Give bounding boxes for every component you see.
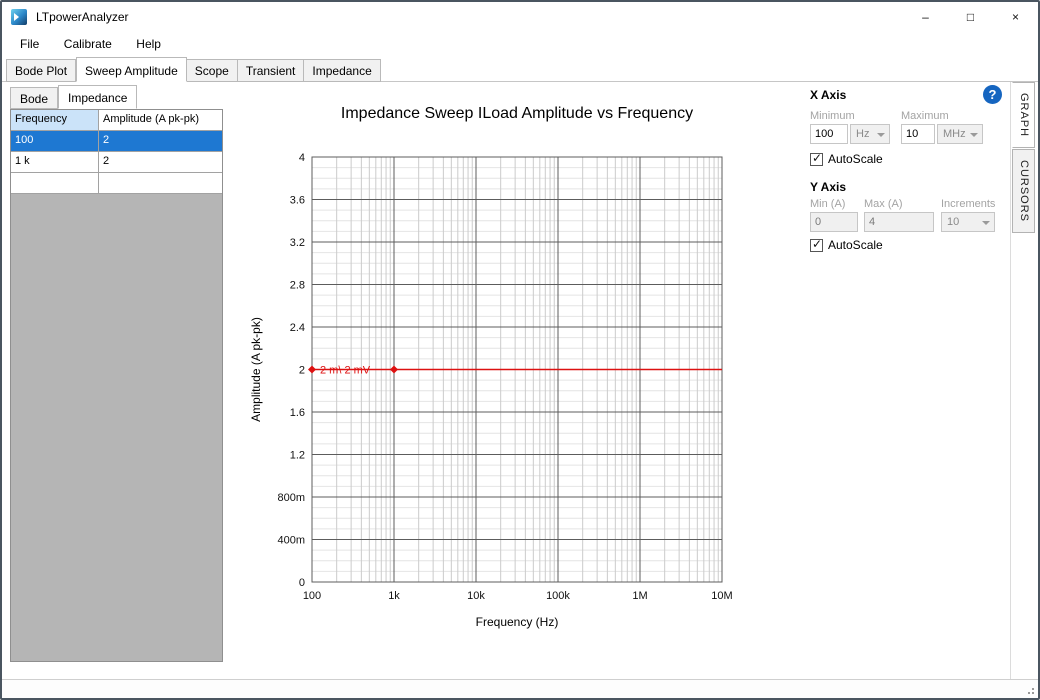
x-min-unit-value: Hz — [856, 128, 869, 140]
x-autoscale-checkbox[interactable]: AutoScale — [810, 152, 883, 166]
x-autoscale-label: AutoScale — [828, 152, 883, 166]
tab-sweep-amplitude[interactable]: Sweep Amplitude — [76, 57, 187, 82]
svg-text:2: 2 — [299, 365, 305, 377]
menu-bar: File Calibrate Help — [2, 32, 1038, 57]
help-icon[interactable]: ? — [983, 85, 1002, 104]
x-min-unit-select[interactable]: Hz — [850, 124, 890, 144]
svg-text:400m: 400m — [277, 535, 305, 547]
table-cell-frequency[interactable]: 1 k — [11, 152, 99, 173]
x-max-unit-select[interactable]: MHz — [937, 124, 983, 144]
app-icon — [11, 9, 27, 25]
svg-text:4: 4 — [299, 152, 305, 164]
menu-help[interactable]: Help — [126, 32, 171, 56]
column-header-frequency[interactable]: Frequency — [11, 110, 99, 131]
table-cell-frequency[interactable] — [11, 173, 99, 194]
window-title: LTpowerAnalyzer — [36, 2, 128, 32]
y-increments-label: Increments — [941, 198, 995, 210]
y-max-input[interactable] — [864, 212, 934, 232]
app-window: LTpowerAnalyzer – □ × File Calibrate Hel… — [0, 0, 1040, 700]
title-bar: LTpowerAnalyzer – □ × — [2, 2, 1038, 32]
y-axis-section-title: Y Axis — [810, 180, 846, 194]
table-cell-amplitude[interactable]: 2 — [99, 152, 222, 173]
y-increments-value: 10 — [947, 216, 959, 228]
chevron-down-icon — [982, 221, 990, 225]
svg-text:10M: 10M — [711, 590, 732, 602]
tab-impedance[interactable]: Impedance — [304, 59, 380, 82]
svg-text:100: 100 — [303, 590, 321, 602]
svg-text:2 m\ 2 mV: 2 m\ 2 mV — [320, 365, 371, 377]
main-tab-strip: Bode PlotSweep AmplitudeScopeTransientIm… — [6, 59, 381, 82]
checkbox-check-icon — [810, 153, 823, 166]
tab-bode-plot[interactable]: Bode Plot — [6, 59, 76, 82]
maximize-button[interactable]: □ — [948, 2, 993, 32]
svg-text:3.2: 3.2 — [290, 237, 305, 249]
menu-calibrate[interactable]: Calibrate — [54, 32, 122, 56]
side-tab-graph[interactable]: GRAPH — [1012, 82, 1035, 148]
impedance-sweep-chart[interactable]: 0 400m 800m 1.2 1.6 2 2.4 2.8 3.2 3.6 4 100 1k 10k 100… — [230, 82, 797, 667]
y-increments-select[interactable]: 10 — [941, 212, 995, 232]
status-text: Analog Devices M2k Rev.D (Z7010) LB3031A… — [21, 696, 582, 698]
status-bar: Analog Devices M2k Rev.D (Z7010) LB3031A… — [2, 679, 1038, 698]
x-axis-section-title: X Axis — [810, 88, 846, 102]
column-header-amplitude[interactable]: Amplitude (A pk-pk) — [99, 110, 222, 131]
svg-text:1M: 1M — [632, 590, 647, 602]
sweep-points-table: Frequency Amplitude (A pk-pk) 100 2 1 k … — [10, 109, 223, 662]
x-max-input[interactable] — [901, 124, 935, 144]
y-min-label: Min (A) — [810, 198, 845, 210]
svg-text:100k: 100k — [546, 590, 570, 602]
resize-grip[interactable] — [1032, 692, 1034, 694]
axis-settings-panel: X Axis ? Minimum Maximum Hz MHz AutoScal… — [797, 82, 1010, 684]
svg-text:1.6: 1.6 — [290, 407, 305, 419]
minimize-button[interactable]: – — [903, 2, 948, 32]
table-cell-amplitude[interactable]: 2 — [99, 131, 222, 152]
svg-text:1k: 1k — [388, 590, 400, 602]
tab-transient[interactable]: Transient — [238, 59, 305, 82]
svg-text:0: 0 — [299, 577, 305, 589]
svg-text:Impedance Sweep ILoad Amplitud: Impedance Sweep ILoad Amplitude vs Frequ… — [341, 105, 693, 122]
svg-text:10k: 10k — [467, 590, 485, 602]
close-button[interactable]: × — [993, 2, 1038, 32]
x-max-unit-value: MHz — [943, 128, 966, 140]
table-cell-amplitude[interactable] — [99, 173, 222, 194]
y-max-label: Max (A) — [864, 198, 903, 210]
side-tab-cursors[interactable]: CURSORS — [1012, 149, 1035, 233]
x-min-input[interactable] — [810, 124, 848, 144]
y-min-input[interactable] — [810, 212, 858, 232]
x-max-label: Maximum — [901, 110, 949, 122]
sub-tab-strip: BodeImpedance — [10, 87, 137, 109]
table-row[interactable] — [11, 173, 222, 194]
svg-text:800m: 800m — [277, 492, 305, 504]
subtab-impedance[interactable]: Impedance — [58, 85, 137, 109]
svg-text:3.6: 3.6 — [290, 195, 305, 207]
svg-text:2.8: 2.8 — [290, 280, 305, 292]
table-row[interactable]: 1 k 2 — [11, 152, 222, 173]
y-autoscale-checkbox[interactable]: AutoScale — [810, 238, 883, 252]
chevron-down-icon — [877, 133, 885, 137]
svg-text:Frequency (Hz): Frequency (Hz) — [476, 615, 559, 629]
y-autoscale-label: AutoScale — [828, 238, 883, 252]
subtab-bode[interactable]: Bode — [10, 87, 58, 109]
menu-file[interactable]: File — [10, 32, 49, 56]
svg-text:Amplitude (A pk-pk): Amplitude (A pk-pk) — [249, 317, 263, 422]
tab-scope[interactable]: Scope — [187, 59, 238, 82]
x-min-label: Minimum — [810, 110, 855, 122]
side-tab-strip: GRAPH CURSORS — [1010, 82, 1036, 682]
chevron-down-icon — [970, 133, 978, 137]
checkbox-check-icon — [810, 239, 823, 252]
svg-text:1.2: 1.2 — [290, 450, 305, 462]
window-controls: – □ × — [903, 2, 1038, 32]
svg-text:2.4: 2.4 — [290, 322, 305, 334]
table-header-row: Frequency Amplitude (A pk-pk) — [11, 110, 222, 131]
table-cell-frequency[interactable]: 100 — [11, 131, 99, 152]
table-row[interactable]: 100 2 — [11, 131, 222, 152]
